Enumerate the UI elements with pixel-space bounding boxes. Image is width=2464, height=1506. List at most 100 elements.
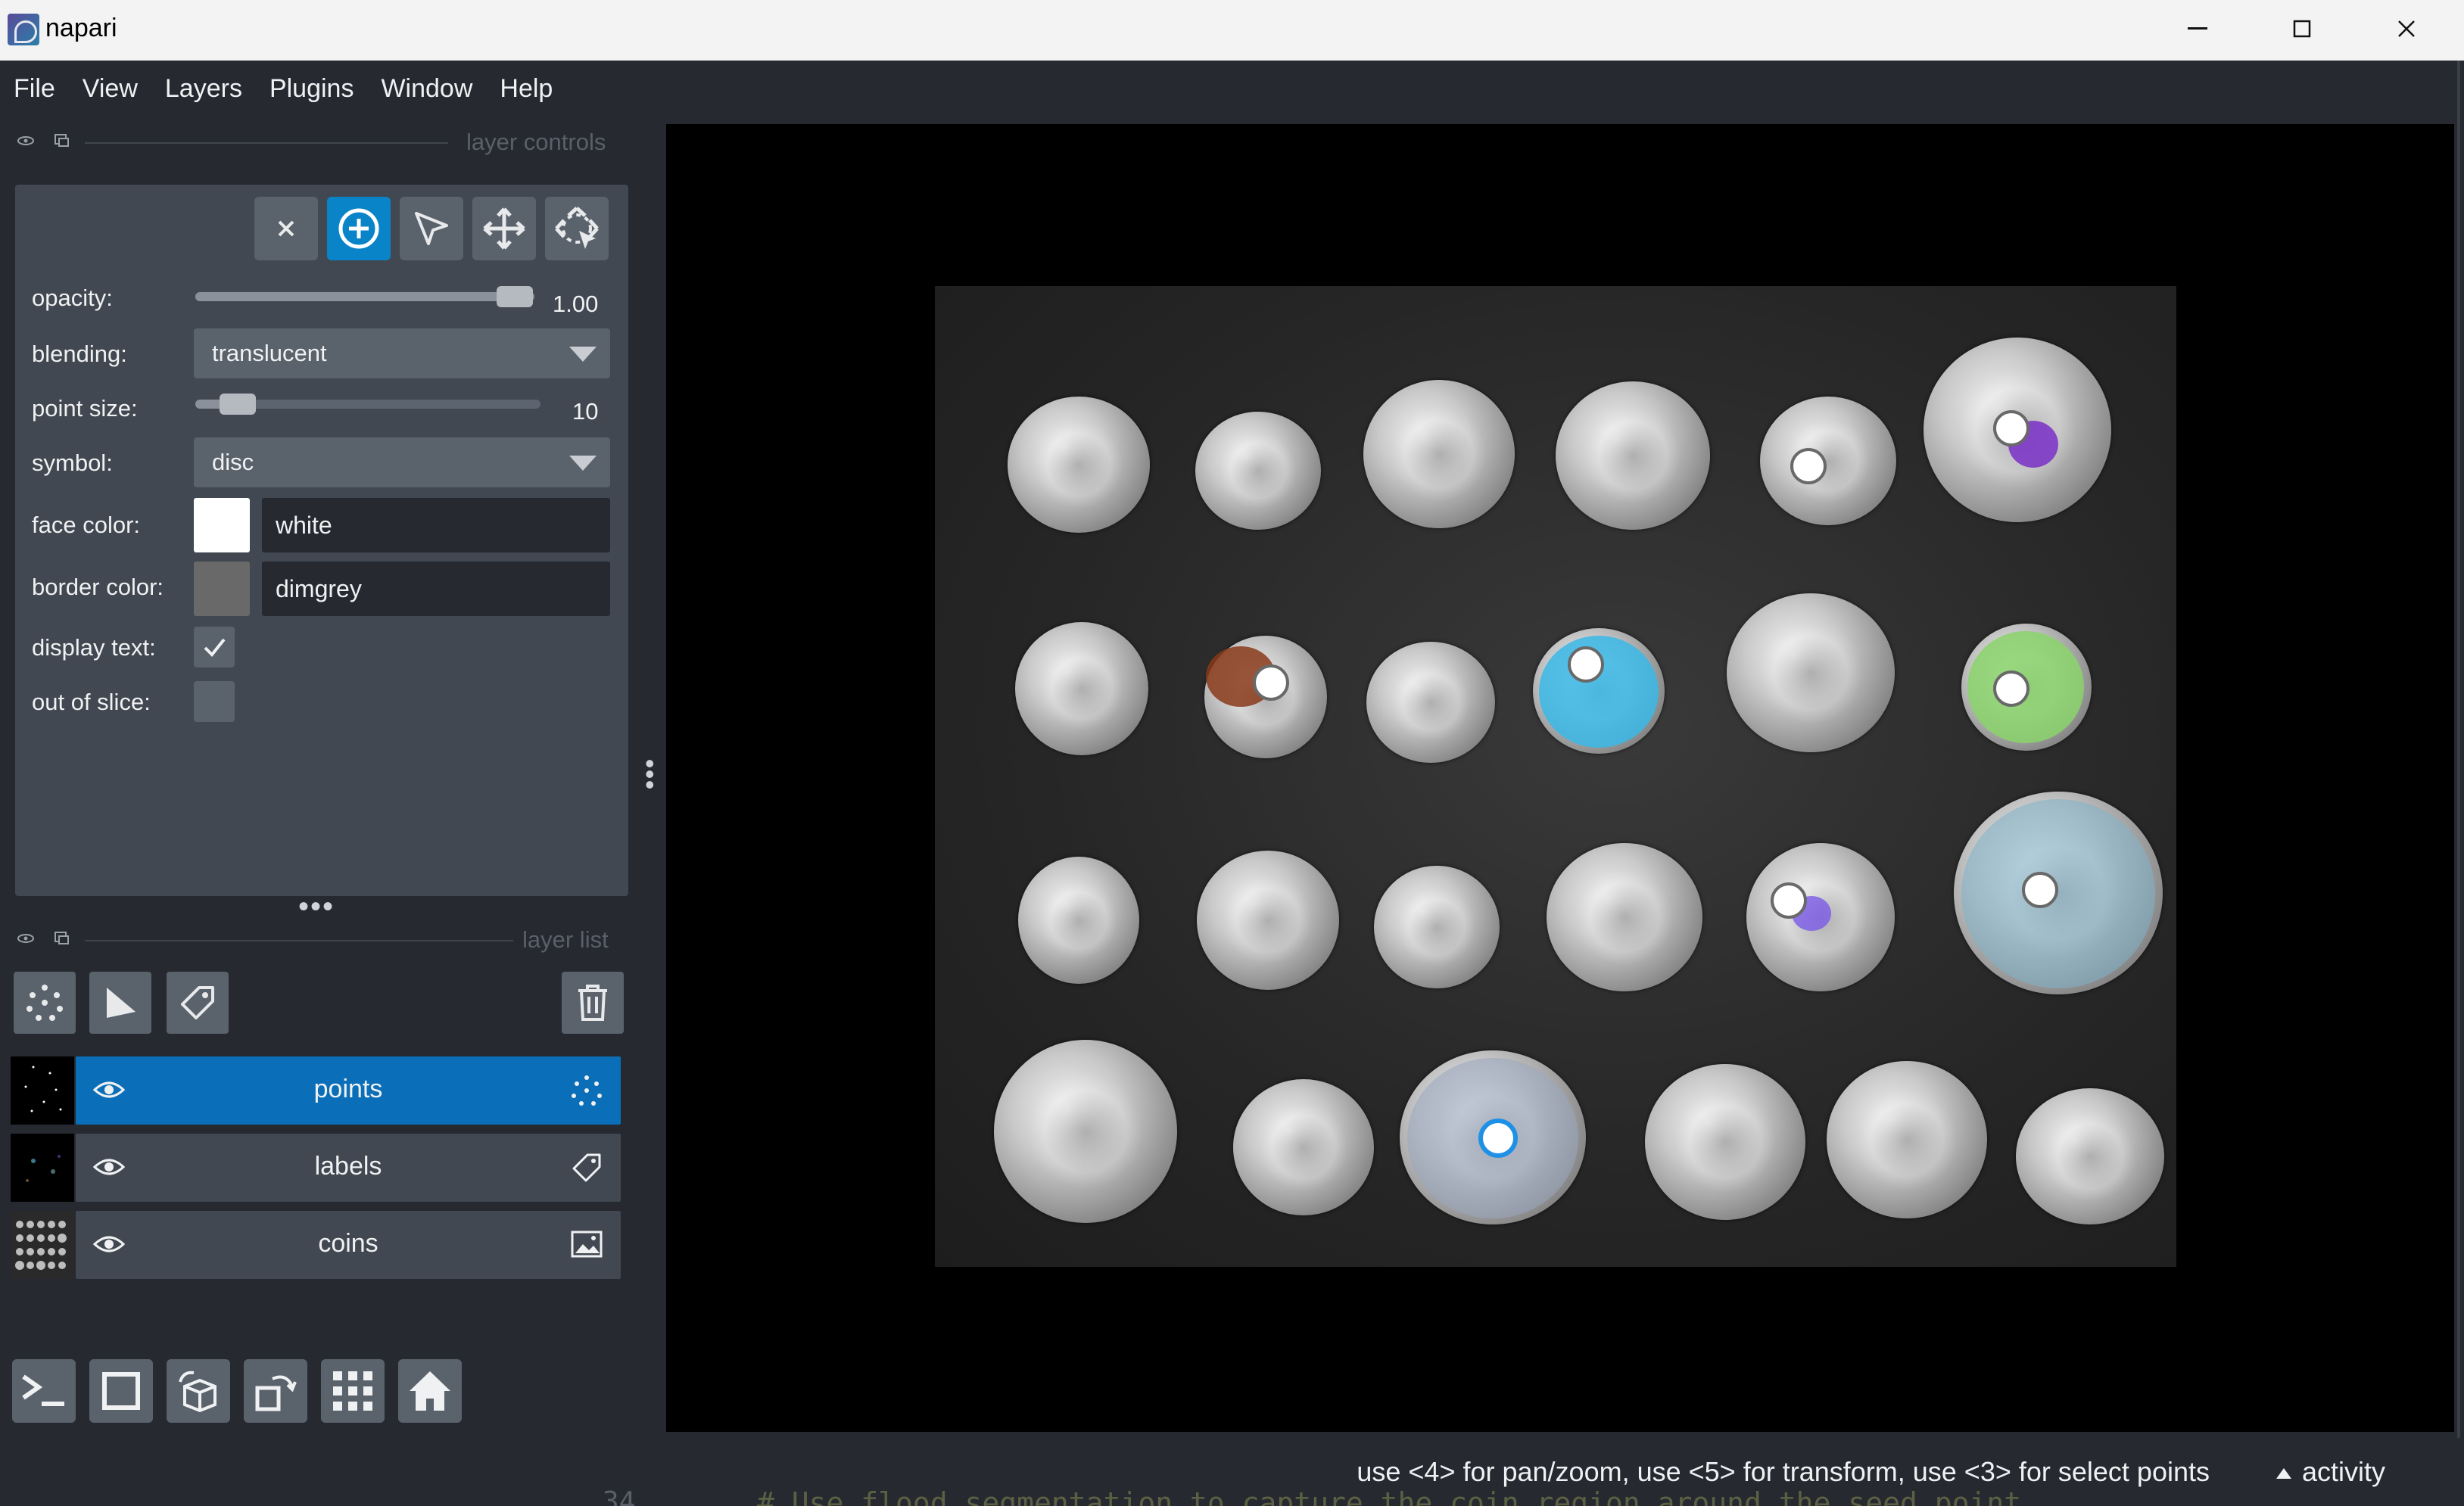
border-color-swatch[interactable] bbox=[194, 562, 250, 616]
layer-thumbnail bbox=[11, 1211, 74, 1279]
coin bbox=[1760, 397, 1896, 525]
selected-point-marker[interactable] bbox=[1478, 1119, 1518, 1158]
points-icon bbox=[26, 985, 63, 1021]
layer-thumbnail bbox=[11, 1134, 74, 1202]
image-icon bbox=[571, 1231, 603, 1258]
coin bbox=[1727, 593, 1895, 752]
chevron-down-icon bbox=[569, 456, 597, 471]
minimize-button[interactable] bbox=[2145, 0, 2250, 58]
window-title: napari bbox=[45, 14, 117, 42]
coin bbox=[994, 1040, 1177, 1223]
layer-list-title: layer list bbox=[522, 926, 609, 953]
blending-dropdown[interactable]: translucent bbox=[194, 328, 610, 378]
points-icon bbox=[572, 1075, 602, 1106]
transform-icon bbox=[555, 207, 599, 249]
roll-dims-button[interactable] bbox=[167, 1359, 230, 1423]
display-text-label: display text: bbox=[32, 634, 156, 661]
delete-layer-button[interactable] bbox=[562, 972, 624, 1034]
face-color-label: face color: bbox=[32, 512, 141, 538]
layer-row-coins[interactable]: coins bbox=[11, 1211, 621, 1279]
point-marker[interactable] bbox=[1253, 664, 1289, 701]
layer-name: labels bbox=[314, 1152, 382, 1181]
status-message: use <4> for pan/zoom, use <5> for transf… bbox=[1357, 1456, 2210, 1487]
select-arrow-icon bbox=[415, 212, 448, 245]
eye-float-icon[interactable] bbox=[17, 931, 35, 946]
close-icon bbox=[278, 220, 294, 237]
menu-window[interactable]: Window bbox=[372, 74, 491, 104]
display-text-checkbox[interactable] bbox=[194, 627, 235, 667]
header-divider bbox=[85, 940, 513, 941]
layer-body[interactable]: labels bbox=[76, 1134, 621, 1202]
coin bbox=[1547, 843, 1702, 991]
add-points-button[interactable] bbox=[327, 197, 391, 260]
undock-icon[interactable] bbox=[53, 931, 71, 946]
point-marker[interactable] bbox=[1568, 646, 1604, 683]
point-marker[interactable] bbox=[1993, 410, 2029, 447]
home-button[interactable] bbox=[398, 1359, 462, 1423]
face-color-input[interactable]: white bbox=[262, 498, 610, 552]
layer-row-labels[interactable]: labels bbox=[11, 1134, 621, 1202]
symbol-dropdown[interactable]: disc bbox=[194, 437, 610, 487]
caret-up-icon bbox=[2276, 1468, 2291, 1480]
home-icon bbox=[410, 1371, 450, 1411]
new-shapes-layer-button[interactable] bbox=[89, 972, 151, 1034]
title-bar: napari bbox=[0, 0, 2464, 61]
symbol-value: disc bbox=[212, 449, 254, 475]
label-region bbox=[1961, 799, 2155, 988]
layer-row-points[interactable]: points bbox=[11, 1056, 621, 1125]
activity-button[interactable]: activity bbox=[2276, 1456, 2385, 1488]
point-marker[interactable] bbox=[1993, 671, 2029, 707]
out-of-slice-checkbox[interactable] bbox=[194, 681, 235, 722]
coin bbox=[1018, 857, 1139, 984]
new-points-layer-button[interactable] bbox=[14, 972, 76, 1034]
dock-resize-handle[interactable]: • • • bbox=[645, 750, 655, 798]
panel-splitter-handle[interactable]: ••• bbox=[298, 890, 335, 924]
grid-view-button[interactable] bbox=[321, 1359, 385, 1423]
border-color-label: border color: bbox=[32, 574, 164, 600]
face-color-swatch[interactable] bbox=[194, 498, 250, 552]
coin bbox=[1233, 1079, 1374, 1215]
layer-body[interactable]: coins bbox=[76, 1211, 621, 1279]
napari-logo-icon bbox=[8, 14, 39, 45]
layer-body[interactable]: points bbox=[76, 1056, 621, 1125]
pan-zoom-button[interactable] bbox=[472, 197, 536, 260]
blending-value: translucent bbox=[212, 340, 327, 366]
select-points-button[interactable] bbox=[400, 197, 463, 260]
trash-icon bbox=[578, 985, 607, 1021]
background-code-line: # Use flood segmentation to capture the … bbox=[757, 1486, 2022, 1506]
blending-label: blending: bbox=[32, 341, 127, 367]
transpose-button[interactable] bbox=[244, 1359, 307, 1423]
point-size-label: point size: bbox=[32, 395, 138, 422]
layer-thumbnail bbox=[11, 1056, 74, 1125]
delete-points-button[interactable] bbox=[254, 197, 318, 260]
eye-float-icon[interactable] bbox=[17, 133, 35, 148]
toggle-ndisplay-button[interactable] bbox=[89, 1359, 153, 1423]
add-point-icon bbox=[338, 208, 379, 249]
activity-label: activity bbox=[2301, 1456, 2385, 1487]
undock-icon[interactable] bbox=[53, 133, 71, 148]
coin bbox=[1556, 381, 1710, 530]
menu-layers[interactable]: Layers bbox=[156, 74, 260, 104]
menu-view[interactable]: View bbox=[73, 74, 156, 104]
transform-button[interactable] bbox=[545, 197, 609, 260]
chevron-down-icon bbox=[569, 347, 597, 362]
close-button[interactable] bbox=[2354, 0, 2459, 58]
menu-help[interactable]: Help bbox=[491, 74, 571, 104]
new-labels-layer-button[interactable] bbox=[167, 972, 229, 1034]
point-marker[interactable] bbox=[1790, 448, 1827, 484]
maximize-button[interactable] bbox=[2250, 0, 2354, 58]
opacity-slider-handle[interactable] bbox=[497, 286, 533, 307]
coin bbox=[1827, 1061, 1987, 1218]
point-size-slider-handle[interactable] bbox=[220, 394, 256, 415]
point-size-value: 10 bbox=[572, 398, 599, 425]
menu-plugins[interactable]: Plugins bbox=[260, 74, 372, 104]
console-button[interactable] bbox=[12, 1359, 76, 1423]
terminal-icon bbox=[22, 1374, 64, 1406]
transpose-icon bbox=[255, 1375, 297, 1411]
viewer-canvas[interactable] bbox=[666, 124, 2454, 1432]
menu-file[interactable]: File bbox=[5, 74, 73, 104]
point-marker[interactable] bbox=[1771, 882, 1807, 919]
point-marker[interactable] bbox=[2022, 872, 2058, 908]
shapes-icon bbox=[107, 988, 136, 1018]
border-color-input[interactable]: dimgrey bbox=[262, 562, 610, 616]
